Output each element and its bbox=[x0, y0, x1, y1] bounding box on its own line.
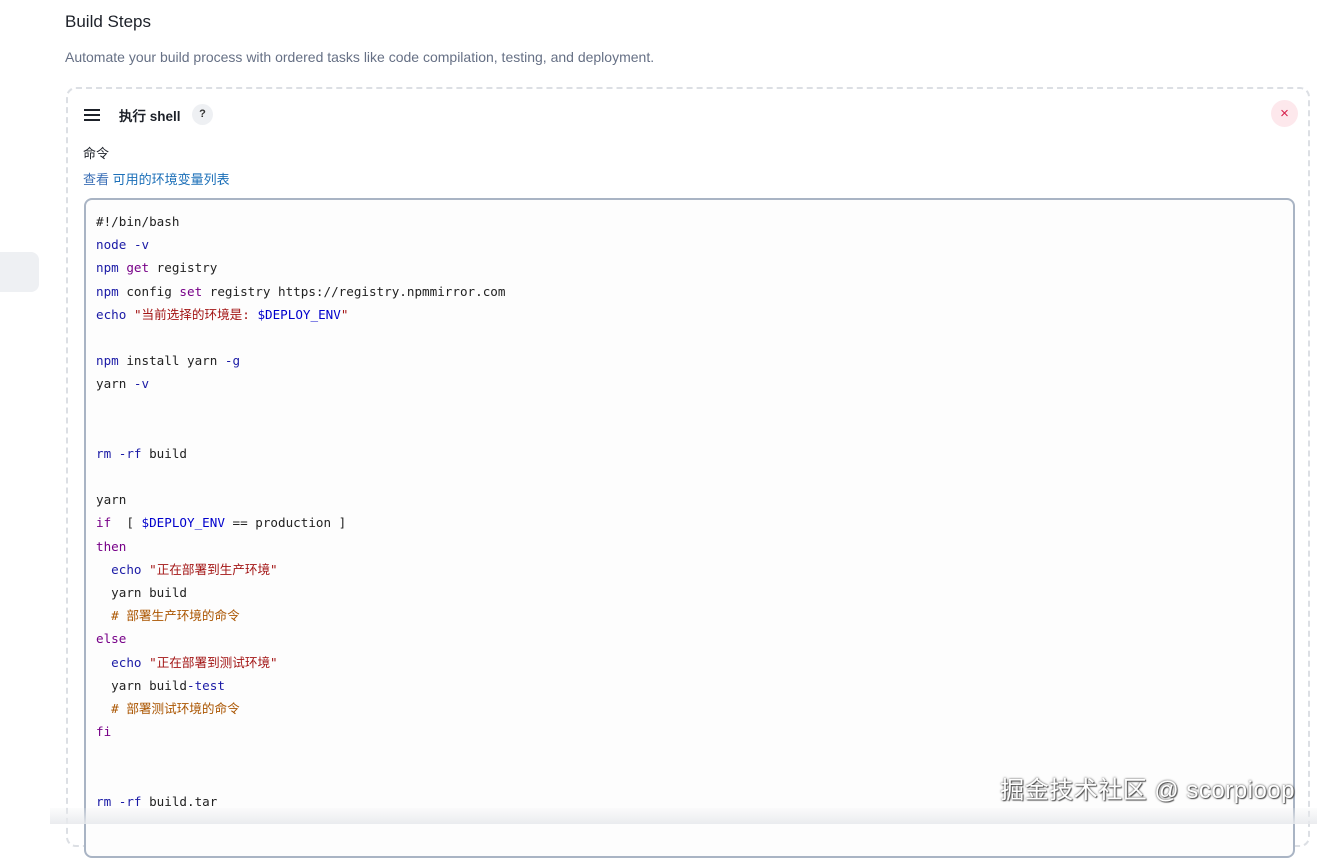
code-token: -g bbox=[224, 353, 241, 369]
delete-step-button[interactable]: × bbox=[1271, 100, 1298, 127]
code-line: yarn build bbox=[96, 581, 505, 604]
code-line: echo "正在部署到测试环境" bbox=[96, 651, 505, 674]
code-line: node -v bbox=[96, 233, 505, 256]
code-token: $DEPLOY_ENV bbox=[141, 515, 225, 531]
code-line: #!/bin/bash bbox=[96, 210, 505, 233]
section-description: Automate your build process with ordered… bbox=[65, 49, 655, 65]
code-line: yarn -v bbox=[96, 372, 505, 395]
code-token: -v bbox=[133, 237, 150, 253]
code-token: "当前选择的环境是: bbox=[133, 306, 258, 322]
code-token: yarn build bbox=[96, 677, 187, 693]
section-title: Build Steps bbox=[65, 12, 151, 31]
code-token: build bbox=[141, 445, 188, 461]
code-token: # 部署测试环境的命令 bbox=[111, 700, 240, 716]
bottom-fade-overlay bbox=[50, 808, 1317, 824]
code-token: rm bbox=[96, 793, 112, 809]
code-token: registry bbox=[149, 260, 218, 276]
code-token: yarn build bbox=[96, 585, 187, 600]
code-line: echo "当前选择的环境是: $DEPLOY_ENV" bbox=[96, 303, 505, 326]
code-line: npm get registry bbox=[96, 256, 505, 279]
code-line: fi bbox=[96, 720, 505, 743]
code-token: "正在部署到测试环境" bbox=[149, 654, 278, 670]
code-token: " bbox=[340, 306, 349, 322]
env-vars-hint: 查看 可用的环境变量列表 bbox=[83, 169, 230, 188]
env-vars-prefix: 查看 bbox=[83, 172, 113, 187]
drag-handle-icon[interactable] bbox=[84, 109, 100, 121]
code-token: echo bbox=[111, 561, 142, 577]
code-token: echo bbox=[96, 306, 127, 322]
code-token: get bbox=[126, 260, 150, 276]
code-token: then bbox=[96, 538, 127, 554]
code-line: else bbox=[96, 627, 505, 650]
code-token: -rf bbox=[118, 793, 142, 809]
code-line: # 部署测试环境的命令 bbox=[96, 697, 505, 720]
code-token: if bbox=[96, 515, 112, 531]
code-token: # 部署生产环境的命令 bbox=[111, 608, 240, 624]
code-token: -test bbox=[187, 677, 225, 693]
command-label: 命令 bbox=[83, 146, 110, 161]
code-token: install yarn bbox=[118, 353, 225, 369]
code-token: rm bbox=[96, 445, 112, 461]
code-line: yarn bbox=[96, 488, 505, 511]
code-token: build.tar bbox=[141, 793, 218, 809]
code-token: fi bbox=[96, 724, 112, 740]
code-token: registry https://registry.npmmirror.com bbox=[202, 283, 506, 299]
code-line: npm install yarn -g bbox=[96, 349, 505, 372]
code-token: echo bbox=[111, 654, 142, 670]
help-icon[interactable]: ? bbox=[192, 104, 213, 125]
code-token: yarn bbox=[96, 492, 127, 508]
code-token: npm bbox=[96, 353, 119, 369]
code-token: [ bbox=[111, 515, 142, 531]
code-token: node bbox=[96, 237, 127, 253]
code-token: npm bbox=[96, 260, 119, 276]
step-title: 执行 shell bbox=[119, 109, 181, 124]
code-line: # 部署生产环境的命令 bbox=[96, 604, 505, 627]
build-step-card: 执行 shell ? × 命令 查看 可用的环境变量列表 #!/bin/bash… bbox=[66, 87, 1310, 858]
code-line: echo "正在部署到生产环境" bbox=[96, 558, 505, 581]
code-token: yarn bbox=[96, 376, 134, 392]
code-lines: #!/bin/bash node -v npm get registry npm co… bbox=[96, 210, 505, 813]
code-line: then bbox=[96, 535, 505, 558]
command-code-editor[interactable]: #!/bin/bash node -v npm get registry npm co… bbox=[84, 198, 1295, 858]
code-line: if [ $DEPLOY_ENV == production ] bbox=[96, 511, 505, 534]
watermark: 掘金技术社区 @ scorpioop bbox=[1000, 777, 1295, 804]
code-token: -rf bbox=[118, 445, 142, 461]
code-token: set bbox=[179, 283, 203, 299]
code-line: npm config set registry https://registry… bbox=[96, 280, 505, 303]
code-token: else bbox=[96, 631, 127, 647]
code-token: #!/bin/bash bbox=[96, 214, 180, 229]
code-token: $DEPLOY_ENV bbox=[257, 306, 341, 322]
code-token: "正在部署到生产环境" bbox=[149, 561, 278, 577]
code-line: rm -rf build bbox=[96, 442, 505, 465]
code-token: == production ] bbox=[224, 515, 347, 531]
code-token: config bbox=[118, 283, 180, 299]
code-token: -v bbox=[133, 376, 150, 392]
code-token: npm bbox=[96, 283, 119, 299]
env-vars-link[interactable]: 可用的环境变量列表 bbox=[113, 172, 230, 187]
code-line: yarn build-test bbox=[96, 674, 505, 697]
sidebar-active-item[interactable] bbox=[0, 252, 39, 292]
